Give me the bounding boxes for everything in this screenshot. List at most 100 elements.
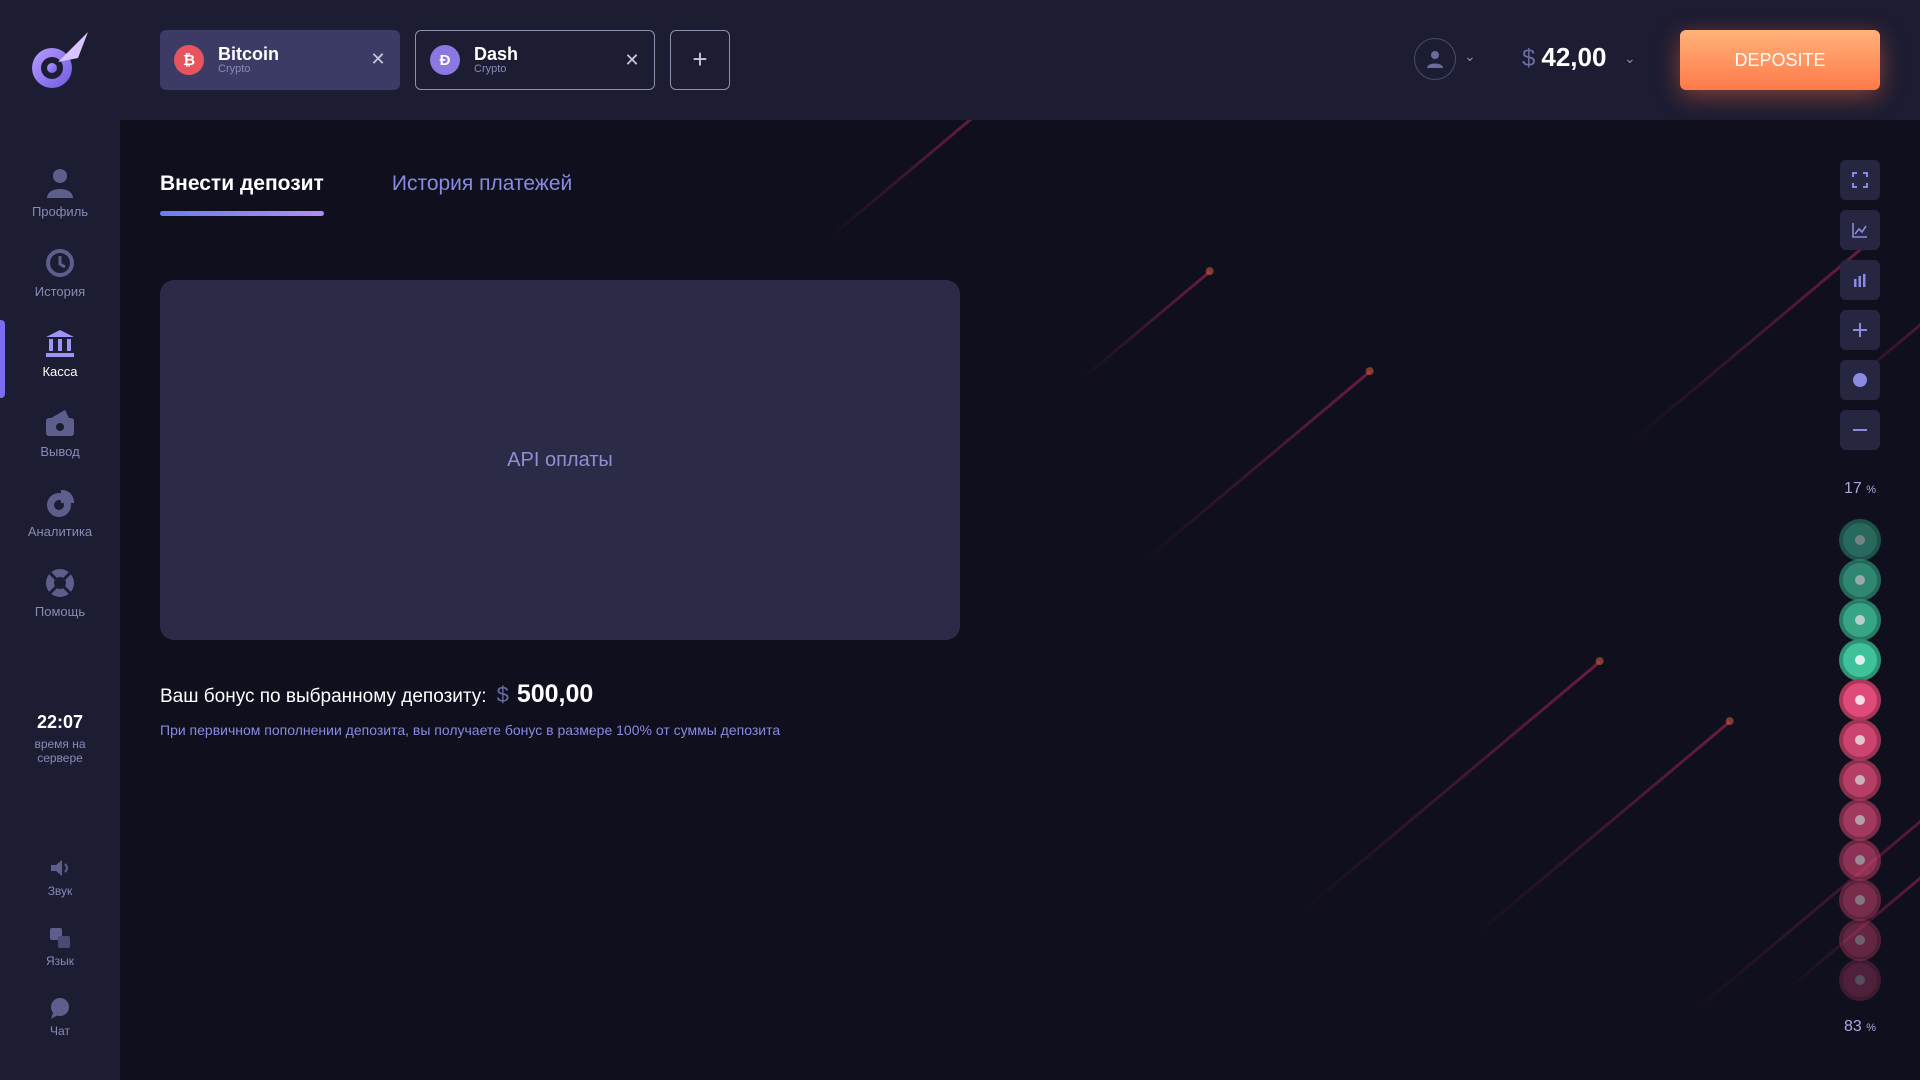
user-icon <box>1427 51 1443 68</box>
sidebar-item-cashier[interactable]: Касса <box>0 326 120 396</box>
bonus-label: Ваш бонус по выбранному депозиту: <box>160 686 487 707</box>
sentiment-dot-down <box>1839 839 1881 881</box>
line-chart-button[interactable] <box>1840 210 1880 250</box>
sidebar-item-profile[interactable]: Профиль <box>0 166 120 236</box>
analytics-icon <box>47 489 75 517</box>
sentiment-dot-core <box>1855 855 1865 865</box>
sentiment-dot-core <box>1855 615 1865 625</box>
sidebar-item-label: Вывод <box>40 444 80 459</box>
user-icon <box>47 169 73 198</box>
percent-sign: % <box>1866 484 1877 496</box>
sidebar-item-analytics[interactable]: Аналитика <box>0 486 120 556</box>
asset-name: Dash <box>474 44 519 64</box>
sentiment-dot-core <box>1855 815 1865 825</box>
sentiment-dot-up <box>1839 519 1881 561</box>
server-time-value: 22:07 <box>36 712 84 732</box>
bonus-note: При первичном пополнении депозита, вы по… <box>160 722 781 738</box>
sidebar-item-sound[interactable]: Звук <box>0 856 120 898</box>
zoom-out-button[interactable] <box>1840 410 1880 450</box>
sentiment-dot-core <box>1855 575 1865 585</box>
sentiment-dot-core <box>1855 735 1865 745</box>
bonus-row: Ваш бонус по выбранному депозиту: $ 500,… <box>160 680 593 709</box>
sidebar-item-label: История <box>34 284 86 299</box>
cashier-tabs: Внести депозит История платежей <box>160 172 640 216</box>
sentiment-dot-core <box>1855 935 1865 945</box>
asset-tab-dash[interactable]: Đ Dash Crypto ✕ <box>415 30 655 90</box>
plus-icon <box>1853 323 1867 337</box>
sidebar-item-chat[interactable]: Чат <box>0 996 120 1038</box>
bar-chart-button[interactable] <box>1840 260 1880 300</box>
bitcoin-icon: ₿ <box>174 45 204 75</box>
balance-display[interactable]: $ 42,00 <box>1522 42 1606 73</box>
sidebar-item-label: Касса <box>42 364 78 379</box>
sidebar-item-help[interactable]: Помощь <box>0 566 120 636</box>
lifebuoy-icon <box>46 569 74 597</box>
sentiment-dot-down <box>1839 919 1881 961</box>
sentiment-dot-down <box>1839 719 1881 761</box>
close-icon[interactable]: ✕ <box>368 49 388 69</box>
asset-type: Crypto <box>218 63 251 75</box>
sidebar-item-history[interactable]: История <box>0 246 120 316</box>
sentiment-dot-core <box>1855 655 1865 665</box>
chat-icon <box>51 998 69 1019</box>
left-sidebar: Профиль История Касса Вывод Аналитика По… <box>0 120 120 1080</box>
server-time-label: время на <box>34 737 86 751</box>
payment-api-panel: API оплаты <box>160 280 960 640</box>
sentiment-dot-core <box>1855 695 1865 705</box>
currency-symbol: $ <box>496 682 509 707</box>
tab-deposit[interactable]: Внести депозит <box>160 172 324 216</box>
line-chart-icon <box>1852 223 1867 238</box>
history-icon <box>46 249 74 277</box>
server-time-label: сервере <box>37 751 83 765</box>
wallet-icon <box>46 410 74 436</box>
fullscreen-icon <box>1852 172 1868 188</box>
chevron-down-icon[interactable]: ⌄ <box>1464 48 1476 65</box>
bar-chart-icon <box>1854 274 1866 287</box>
balance-amount: 42,00 <box>1541 42 1607 72</box>
sentiment-dot-down <box>1839 879 1881 921</box>
percent-value: 83 <box>1843 1018 1862 1035</box>
asset-tab-bitcoin[interactable]: ₿ Bitcoin Crypto ✕ <box>160 30 400 90</box>
sentiment-dot-up <box>1839 599 1881 641</box>
reset-zoom-button[interactable] <box>1840 360 1880 400</box>
add-asset-button[interactable]: + <box>670 30 730 90</box>
zoom-in-button[interactable] <box>1840 310 1880 350</box>
tab-payment-history[interactable]: История платежей <box>392 172 572 210</box>
sentiment-dot-up <box>1839 559 1881 601</box>
sidebar-item-withdraw[interactable]: Вывод <box>0 406 120 476</box>
sentiment-bottom-percent: 83 % <box>1820 1018 1900 1036</box>
sidebar-item-label: Профиль <box>31 204 89 219</box>
dot-icon <box>1853 373 1867 387</box>
dash-icon: Đ <box>430 45 460 75</box>
account-button[interactable] <box>1414 38 1456 80</box>
sentiment-top-percent: 17 % <box>1820 480 1900 498</box>
bank-icon <box>46 330 74 357</box>
sentiment-dot-up <box>1839 639 1881 681</box>
deposit-button[interactable]: DEPOSITE <box>1680 30 1880 90</box>
sentiment-dot-core <box>1855 775 1865 785</box>
asset-type: Crypto <box>474 63 507 75</box>
sidebar-item-label: Звук <box>47 884 73 898</box>
close-icon[interactable]: ✕ <box>622 50 642 70</box>
fullscreen-button[interactable] <box>1840 160 1880 200</box>
percent-value: 17 <box>1843 480 1862 497</box>
sentiment-dot-core <box>1855 895 1865 905</box>
api-placeholder-text: API оплаты <box>507 448 613 471</box>
server-time: 22:07 время на сервере <box>0 712 120 765</box>
sidebar-item-label: Аналитика <box>27 524 93 539</box>
chevron-down-icon[interactable]: ⌄ <box>1624 50 1636 67</box>
sentiment-dot-down <box>1839 959 1881 1001</box>
asset-name: Bitcoin <box>218 44 279 64</box>
currency-symbol: $ <box>1522 45 1536 72</box>
sentiment-dot-down <box>1839 759 1881 801</box>
sidebar-item-label: Помощь <box>34 604 86 619</box>
sound-icon <box>51 860 68 876</box>
sentiment-dot-down <box>1839 679 1881 721</box>
sidebar-item-label: Язык <box>45 954 75 968</box>
percent-sign: % <box>1866 1022 1877 1034</box>
logo-icon[interactable] <box>28 28 92 92</box>
top-header: ₿ Bitcoin Crypto ✕ Đ Dash Crypto ✕ + ⌄ $ <box>0 0 1920 120</box>
sidebar-item-language[interactable]: Язык <box>0 926 120 968</box>
sentiment-dot-core <box>1855 535 1865 545</box>
sentiment-dot-down <box>1839 799 1881 841</box>
